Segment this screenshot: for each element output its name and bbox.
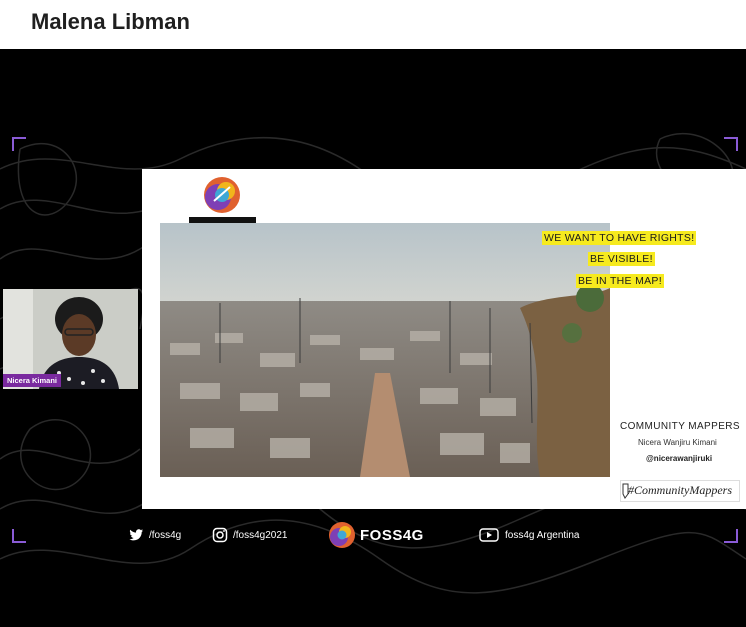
corner-bracket-top-left	[12, 137, 26, 151]
twitter-link[interactable]: /foss4g	[128, 527, 181, 543]
social-footer: /foss4g /foss4g2021 FOSS4G foss4g Argent…	[0, 519, 746, 551]
foss4g-footer-logo: FOSS4G	[327, 521, 424, 549]
foss4g-footer-logo-icon	[329, 522, 355, 548]
corner-bracket-top-right	[724, 137, 738, 151]
youtube-channel: foss4g Argentina	[505, 529, 580, 541]
headline-line-2: BE VISIBLE!	[588, 252, 655, 266]
speaker-full-name: Nicera Wanjiru Kimani	[638, 438, 717, 447]
settlement-photo	[160, 223, 610, 477]
foss4g-wordmark: FOSS4G	[360, 526, 424, 544]
foss4g-logo-icon	[204, 177, 240, 213]
community-mappers-tag: #CommunityMappers	[628, 483, 732, 497]
community-mappers-title: COMMUNITY MAPPERS	[620, 421, 740, 432]
presenter-name: Malena Libman	[31, 9, 190, 34]
instagram-handle: /foss4g2021	[233, 529, 288, 541]
participant-name-label: Nicera Kimani	[3, 374, 62, 387]
twitter-handle: /foss4g	[149, 529, 182, 541]
youtube-link[interactable]: foss4g Argentina	[478, 527, 580, 543]
screen-share-stage[interactable]: WE WANT TO HAVE RIGHTS! BE VISIBLE! BE I…	[0, 49, 746, 627]
speaker-handle: @nicerawanjiruki	[646, 454, 713, 463]
headline-line-1: WE WANT TO HAVE RIGHTS!	[542, 231, 697, 245]
youtube-icon	[479, 528, 499, 542]
meeting-header: Malena Libman	[0, 0, 746, 49]
twitter-icon	[129, 529, 143, 541]
presentation-slide: WE WANT TO HAVE RIGHTS! BE VISIBLE! BE I…	[142, 169, 746, 509]
instagram-link[interactable]: /foss4g2021	[212, 527, 288, 543]
headline-line-3: BE IN THE MAP!	[576, 274, 664, 288]
instagram-icon	[212, 527, 228, 543]
